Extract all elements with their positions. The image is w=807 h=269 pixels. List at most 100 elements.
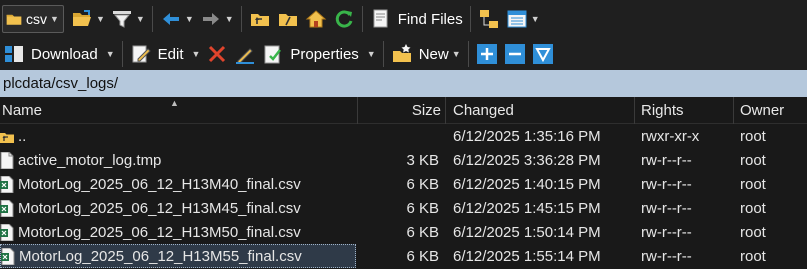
- toolbar-separator: [361, 6, 363, 32]
- find-files-icon: [370, 8, 392, 30]
- download-icon: [3, 43, 25, 65]
- file-changed: 6/12/2025 1:45:15 PM: [453, 199, 601, 217]
- file-changed: 6/12/2025 1:55:14 PM: [453, 247, 601, 265]
- file-rights: rw-r--r--: [641, 151, 692, 169]
- column-divider[interactable]: [634, 97, 635, 124]
- chevron-down-icon[interactable]: ▼: [50, 14, 59, 24]
- new-label: New: [418, 45, 449, 63]
- column-header-size[interactable]: Size: [358, 97, 441, 124]
- folder-combo-label: csv: [26, 11, 47, 27]
- delete-icon: [206, 43, 228, 65]
- column-header-name[interactable]: Name: [2, 97, 42, 124]
- toolbar-top: csv ▼ ▼ ▼ ▼ ▼ Find Files ▼: [0, 0, 807, 38]
- chevron-down-icon[interactable]: ▼: [225, 14, 234, 24]
- address-path: plcdata/csv_logs/: [3, 75, 119, 92]
- file-owner: root: [740, 175, 766, 193]
- select-filter-button[interactable]: [529, 39, 557, 69]
- rename-icon: [234, 43, 256, 65]
- file-name: MotorLog_2025_06_12_H13M50_final.csv: [18, 223, 301, 241]
- column-header-changed[interactable]: Changed: [453, 97, 514, 124]
- properties-label: Properties: [290, 45, 359, 63]
- file-row[interactable]: MotorLog_2025_06_12_H13M45_final.csv 6 K…: [0, 196, 807, 220]
- file-name: MotorLog_2025_06_12_H13M40_final.csv: [18, 175, 301, 193]
- file-size: 6 KB: [406, 175, 439, 193]
- home-icon: [305, 8, 327, 30]
- column-changed-label: Changed: [453, 102, 514, 119]
- file-size: 6 KB: [406, 199, 439, 217]
- file-row-parent[interactable]: .. 6/12/2025 1:35:16 PM rwxr-xr-x root: [0, 124, 807, 148]
- chevron-down-icon[interactable]: ▼: [185, 14, 194, 24]
- file-row[interactable]: MotorLog_2025_06_12_H13M40_final.csv 6 K…: [0, 172, 807, 196]
- chevron-down-icon[interactable]: ▼: [106, 49, 115, 59]
- file-row[interactable]: active_motor_log.tmp 3 KB 6/12/2025 3:36…: [0, 148, 807, 172]
- select-minus-button[interactable]: [501, 39, 529, 69]
- edit-button[interactable]: Edit ▼: [127, 39, 204, 69]
- file-name: MotorLog_2025_06_12_H13M45_final.csv: [18, 199, 301, 217]
- filter-button[interactable]: ▼: [108, 4, 148, 34]
- column-header-rights[interactable]: Rights: [641, 97, 684, 124]
- edit-icon: [130, 43, 152, 65]
- new-icon: [391, 43, 413, 65]
- file-changed: 6/12/2025 3:36:28 PM: [453, 151, 601, 169]
- folder-combo[interactable]: csv ▼: [2, 5, 64, 33]
- excel-file-icon: [0, 175, 14, 193]
- column-divider[interactable]: [445, 97, 446, 124]
- toolbar-bottom: Download ▼ Edit ▼ Properties ▼ New ▼: [0, 38, 807, 70]
- chevron-down-icon[interactable]: ▼: [452, 49, 461, 59]
- file-name: MotorLog_2025_06_12_H13M55_final.csv: [19, 247, 302, 265]
- file-rights: rw-r--r--: [641, 223, 692, 241]
- chevron-down-icon[interactable]: ▼: [136, 14, 145, 24]
- file-size: [356, 124, 441, 148]
- file-size: 6 KB: [406, 223, 439, 241]
- file-name-cell: active_motor_log.tmp: [0, 148, 356, 172]
- download-button[interactable]: Download ▼: [0, 39, 118, 69]
- back-button[interactable]: ▼: [157, 4, 197, 34]
- column-rights-label: Rights: [641, 102, 684, 119]
- file-owner: root: [740, 151, 766, 169]
- tree-icon: [478, 8, 500, 30]
- file-changed: 6/12/2025 1:35:16 PM: [453, 127, 601, 145]
- folder-icon: [5, 8, 23, 30]
- view-details-icon: [506, 8, 528, 30]
- toolbar-separator: [469, 6, 471, 32]
- file-row-selected[interactable]: MotorLog_2025_06_12_H13M55_final.csv 6 K…: [0, 244, 807, 268]
- home-button[interactable]: [302, 4, 330, 34]
- file-size: 3 KB: [406, 151, 439, 169]
- address-bar[interactable]: plcdata/csv_logs/: [0, 70, 807, 97]
- sort-up-icon: ▲: [170, 98, 179, 108]
- tree-button[interactable]: [475, 4, 503, 34]
- chevron-down-icon[interactable]: ▼: [96, 14, 105, 24]
- rename-button[interactable]: [231, 39, 259, 69]
- view-details-button[interactable]: ▼: [503, 4, 543, 34]
- find-files-button[interactable]: Find Files: [367, 4, 466, 34]
- select-filter-icon: [532, 43, 554, 65]
- new-button[interactable]: New ▼: [388, 39, 464, 69]
- properties-button[interactable]: Properties ▼: [259, 39, 378, 69]
- file-changed: 6/12/2025 1:50:14 PM: [453, 223, 601, 241]
- file-name: ..: [18, 127, 27, 145]
- column-header-owner[interactable]: Owner: [740, 97, 784, 124]
- select-plus-button[interactable]: [473, 39, 501, 69]
- column-name-label: Name: [2, 102, 43, 119]
- file-row[interactable]: MotorLog_2025_06_12_H13M50_final.csv 6 K…: [0, 220, 807, 244]
- properties-icon: [262, 43, 284, 65]
- file-name: active_motor_log.tmp: [18, 151, 162, 169]
- toolbar-separator: [121, 41, 123, 67]
- forward-button[interactable]: ▼: [197, 4, 237, 34]
- chevron-down-icon[interactable]: ▼: [192, 49, 201, 59]
- chevron-down-icon[interactable]: ▼: [531, 14, 540, 24]
- toolbar-separator: [382, 41, 384, 67]
- parent-dir-button[interactable]: [246, 4, 274, 34]
- delete-button[interactable]: [203, 39, 231, 69]
- plus-icon: [476, 43, 498, 65]
- file-name-cell: MotorLog_2025_06_12_H13M40_final.csv: [0, 172, 356, 196]
- file-name-cell: MotorLog_2025_06_12_H13M50_final.csv: [0, 220, 356, 244]
- chevron-down-icon[interactable]: ▼: [367, 49, 376, 59]
- root-dir-button[interactable]: [274, 4, 302, 34]
- toolbar-separator: [467, 41, 469, 67]
- file-list-header: Name ▲ Size Changed Rights Owner: [0, 97, 807, 124]
- open-folder-button[interactable]: ▼: [68, 4, 108, 34]
- forward-arrow-icon: [200, 8, 222, 30]
- column-divider[interactable]: [733, 97, 734, 124]
- refresh-button[interactable]: [330, 4, 358, 34]
